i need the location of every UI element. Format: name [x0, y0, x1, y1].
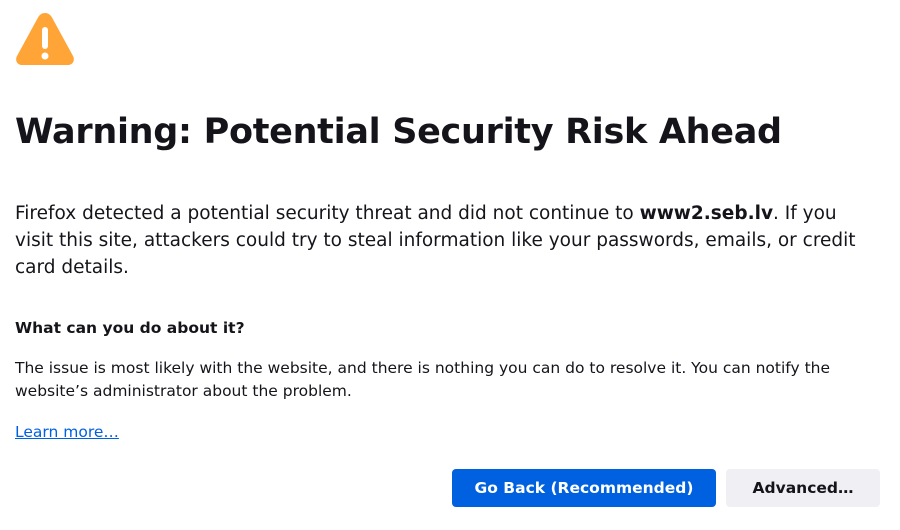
- intro-text-before: Firefox detected a potential security th…: [15, 203, 640, 224]
- site-domain: www2.seb.lv: [639, 203, 774, 224]
- intro-text: Firefox detected a potential security th…: [15, 200, 875, 281]
- page-title: Warning: Potential Security Risk Ahead: [15, 112, 782, 152]
- advanced-button[interactable]: Advanced…: [726, 469, 880, 507]
- what-can-you-do-description: The issue is most likely with the websit…: [15, 359, 831, 400]
- what-can-you-do-heading: What can you do about it?: [15, 319, 245, 337]
- go-back-button[interactable]: Go Back (Recommended): [452, 469, 716, 507]
- learn-more-link[interactable]: Learn more…: [15, 421, 119, 443]
- warning-icon: [16, 13, 74, 65]
